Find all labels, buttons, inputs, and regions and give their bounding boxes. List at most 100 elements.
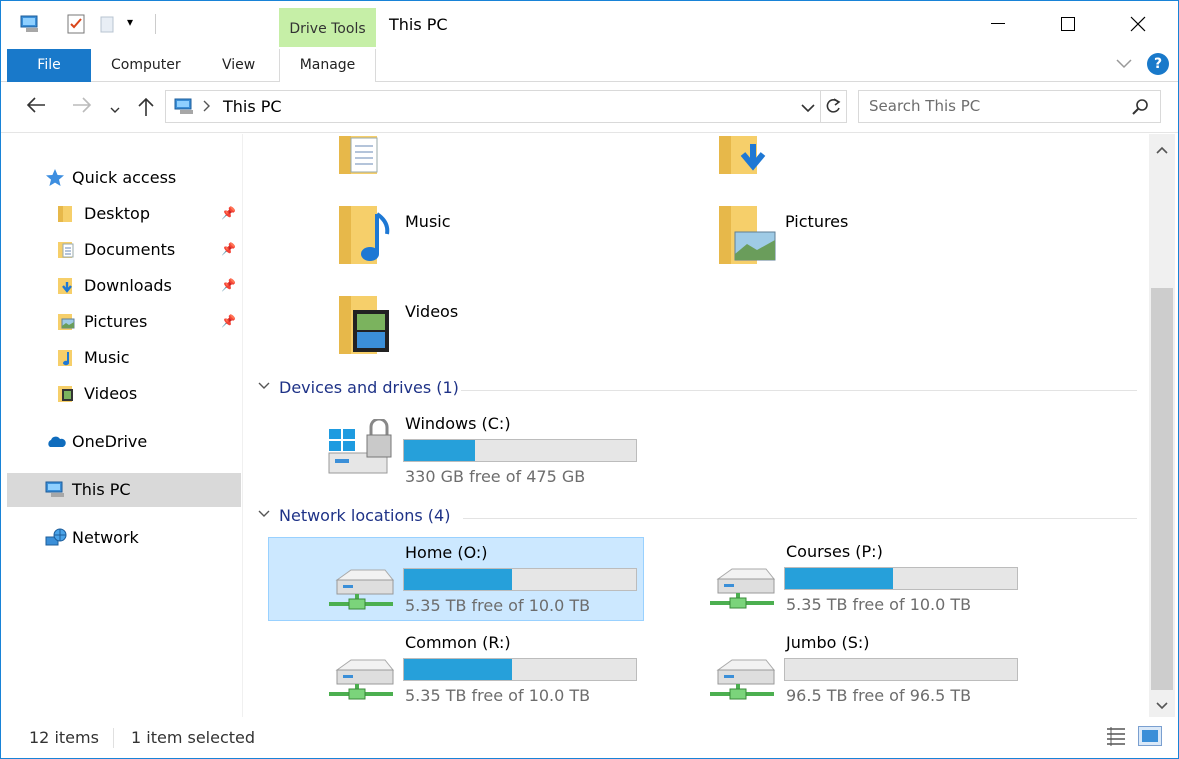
this-pc-icon	[174, 97, 196, 121]
drive-free-space: 5.35 TB free of 10.0 TB	[786, 595, 972, 614]
network-drive-icon	[327, 656, 397, 706]
pictures-folder-icon	[717, 204, 779, 272]
sidebar-item-this-pc[interactable]: This PC	[7, 473, 241, 507]
drive-usage-fill	[404, 440, 475, 461]
content-pane: Music Pictures Videos Devices and drives…	[245, 134, 1148, 717]
minimize-button[interactable]	[963, 1, 1033, 47]
drive-tools-context-tab: Drive Tools	[279, 8, 376, 47]
music-folder-tile[interactable]: Music	[335, 204, 685, 284]
back-arrow-icon[interactable]	[25, 95, 47, 120]
folder-label: Music	[405, 212, 451, 231]
vertical-scrollbar[interactable]	[1149, 134, 1175, 717]
drive-usage-bar	[784, 567, 1018, 590]
maximize-button[interactable]	[1033, 1, 1103, 47]
drive-tile-home-o[interactable]: Home (O:) 5.35 TB free of 10.0 TB	[268, 537, 644, 621]
group-title: Network locations (4)	[279, 506, 451, 525]
navigation-bar: This PC	[1, 83, 1178, 133]
sidebar-item-documents[interactable]: Documents 📌	[7, 233, 241, 267]
collapse-chevron-icon[interactable]	[257, 380, 271, 396]
drive-free-space: 5.35 TB free of 10.0 TB	[405, 686, 591, 705]
breadcrumb-this-pc[interactable]: This PC	[223, 97, 282, 116]
search-box[interactable]	[858, 90, 1161, 123]
tab-view[interactable]: View	[222, 49, 255, 82]
drive-name: Courses (P:)	[786, 542, 883, 561]
sidebar-item-label: Music	[84, 348, 130, 367]
sidebar-item-label: Desktop	[84, 204, 150, 223]
folder-label: Pictures	[785, 212, 849, 231]
scrollbar-thumb[interactable]	[1151, 288, 1173, 690]
videos-folder-tile[interactable]: Videos	[335, 294, 685, 374]
documents-folder-icon	[57, 240, 77, 260]
pin-icon[interactable]: 📌	[221, 206, 236, 220]
file-explorer-window: ▾ Drive Tools This PC File Computer View…	[0, 0, 1179, 759]
this-pc-icon[interactable]	[19, 13, 41, 35]
sidebar-item-onedrive[interactable]: OneDrive	[7, 425, 241, 459]
sidebar-item-label: Pictures	[84, 312, 148, 331]
sidebar-item-quick-access[interactable]: Quick access	[7, 161, 241, 195]
tab-computer[interactable]: Computer	[111, 49, 181, 82]
customize-toolbar-icon[interactable]: ▾	[127, 15, 149, 37]
pictures-folder-tile[interactable]: Pictures	[715, 204, 1065, 284]
collapse-chevron-icon[interactable]	[257, 508, 271, 524]
pin-icon[interactable]: 📌	[221, 314, 236, 328]
sidebar-item-pictures[interactable]: Pictures 📌	[7, 305, 241, 339]
scroll-up-arrow-icon[interactable]	[1155, 144, 1169, 158]
sidebar-item-music[interactable]: Music	[7, 341, 241, 375]
new-folder-icon[interactable]	[97, 13, 119, 35]
pin-icon[interactable]: 📌	[221, 242, 236, 256]
tab-manage[interactable]: Manage	[279, 49, 376, 82]
devices-group-header[interactable]: Devices and drives (1)	[257, 378, 1137, 402]
drive-usage-bar	[403, 568, 637, 591]
drive-usage-fill	[404, 569, 512, 590]
scroll-down-arrow-icon[interactable]	[1155, 700, 1169, 714]
drive-name: Jumbo (S:)	[786, 633, 870, 652]
navigation-pane: Quick access Desktop 📌 Documents 📌 Downl…	[7, 134, 243, 717]
properties-icon[interactable]	[65, 13, 87, 35]
tab-file[interactable]: File	[7, 49, 91, 82]
network-drive-icon	[708, 656, 778, 706]
drive-tile-common-r[interactable]: Common (R:) 5.35 TB free of 10.0 TB	[269, 628, 645, 712]
sidebar-item-downloads[interactable]: Downloads 📌	[7, 269, 241, 303]
sidebar-item-desktop[interactable]: Desktop 📌	[7, 197, 241, 231]
downloads-folder-tile[interactable]	[715, 134, 1065, 174]
downloads-folder-icon	[717, 134, 767, 182]
ribbon-tab-bar: File Computer View Manage ?	[1, 47, 1178, 82]
network-globe-icon	[45, 528, 67, 548]
recent-locations-chevron-icon[interactable]	[109, 97, 121, 121]
selection-count: 1 item selected	[131, 728, 256, 747]
breadcrumb-chevron-icon[interactable]	[202, 99, 212, 117]
address-divider	[820, 91, 821, 122]
details-view-icon[interactable]	[1105, 726, 1127, 750]
pin-icon[interactable]: 📌	[221, 278, 236, 292]
desktop-folder-icon	[57, 204, 77, 224]
sidebar-item-videos[interactable]: Videos	[7, 377, 241, 411]
music-folder-icon	[57, 348, 77, 368]
refresh-icon[interactable]	[824, 97, 842, 119]
group-title: Devices and drives (1)	[279, 378, 459, 397]
expand-ribbon-chevron-icon[interactable]	[1115, 55, 1133, 73]
address-dropdown-chevron-icon[interactable]	[800, 100, 816, 118]
forward-arrow-icon[interactable]	[71, 95, 93, 120]
sidebar-item-network[interactable]: Network	[7, 521, 241, 555]
drive-tile-courses-p[interactable]: Courses (P:) 5.35 TB free of 10.0 TB	[650, 537, 1026, 621]
drive-tile-jumbo-s[interactable]: Jumbo (S:) 96.5 TB free of 96.5 TB	[650, 628, 1026, 712]
search-input[interactable]	[869, 97, 1129, 115]
address-bar[interactable]: This PC	[165, 90, 847, 123]
downloads-folder-icon	[57, 276, 77, 296]
search-icon[interactable]	[1131, 98, 1149, 120]
music-folder-icon	[337, 204, 393, 272]
documents-folder-tile[interactable]	[335, 134, 685, 174]
window-title: This PC	[389, 15, 448, 34]
sidebar-item-label: Quick access	[72, 168, 177, 187]
sidebar-item-label: This PC	[72, 480, 131, 499]
network-group-header[interactable]: Network locations (4)	[257, 506, 1137, 530]
network-drive-icon	[327, 566, 397, 616]
network-drive-icon	[708, 565, 778, 615]
status-divider	[113, 728, 114, 748]
drive-free-space: 330 GB free of 475 GB	[405, 467, 586, 486]
close-button[interactable]	[1103, 1, 1173, 47]
large-icons-view-icon[interactable]	[1138, 726, 1162, 746]
drive-tile-windows-c[interactable]: Windows (C:) 330 GB free of 475 GB	[269, 409, 645, 493]
help-button[interactable]: ?	[1147, 53, 1169, 75]
up-arrow-icon[interactable]	[136, 95, 156, 122]
